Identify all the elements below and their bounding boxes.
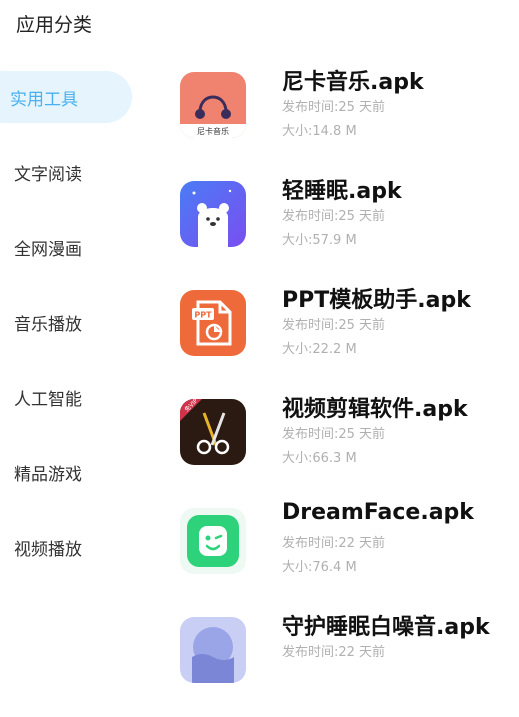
app-name: 视频剪辑软件.apk (282, 397, 468, 422)
app-list-item[interactable]: PPT PPT模板助手.apk 发布时间:25 天前 大小:22.2 M (180, 288, 510, 390)
app-publish-time: 发布时间:22 天前 (282, 645, 386, 660)
dreamface-icon (180, 508, 246, 574)
app-size: 大小:22.2 M (282, 342, 357, 357)
app-size: 大小:66.3 M (282, 451, 357, 466)
app-publish-time: 发布时间:25 天前 (282, 318, 386, 333)
app-size: 大小:57.9 M (282, 233, 357, 248)
app-size: 大小:76.4 M (282, 560, 357, 575)
nika-icon-text: 尼卡音乐 (197, 126, 229, 136)
app-size: 大小:14.8 M (282, 124, 357, 139)
app-publish-time: 发布时间:22 天前 (282, 536, 386, 551)
app-name: 守护睡眠白噪音.apk (282, 615, 490, 640)
nika-music-icon: 尼卡音乐 (180, 72, 246, 138)
app-publish-time: 发布时间:25 天前 (282, 100, 386, 115)
app-list-item[interactable]: 免VIP 视频剪辑软件.apk 发布时间:25 天前 大小:66.3 M (180, 397, 510, 499)
app-publish-time: 发布时间:25 天前 (282, 427, 386, 442)
app-name: PPT模板助手.apk (282, 288, 471, 313)
app-list-item[interactable]: 轻睡眠.apk 发布时间:25 天前 大小:57.9 M (180, 179, 510, 281)
white-noise-icon (180, 617, 246, 683)
ppt-icon: PPT (180, 290, 246, 356)
ppt-icon-text: PPT (194, 311, 212, 320)
app-publish-time: 发布时间:25 天前 (282, 209, 386, 224)
sleep-bear-icon (180, 181, 246, 247)
app-name: DreamFace.apk (282, 500, 474, 525)
app-list-item[interactable]: 尼卡音乐 尼卡音乐.apk 发布时间:25 天前 大小:14.8 M (180, 70, 510, 172)
app-name: 轻睡眠.apk (282, 179, 402, 204)
app-list-item[interactable]: 守护睡眠白噪音.apk 发布时间:22 天前 (180, 615, 510, 717)
app-list: 尼卡音乐 尼卡音乐.apk 发布时间:25 天前 大小:14.8 M 轻睡眠.a… (0, 0, 519, 683)
app-list-item[interactable]: DreamFace.apk 发布时间:22 天前 大小:76.4 M (180, 500, 510, 608)
video-edit-icon: 免VIP (180, 399, 246, 465)
app-name: 尼卡音乐.apk (282, 70, 424, 95)
